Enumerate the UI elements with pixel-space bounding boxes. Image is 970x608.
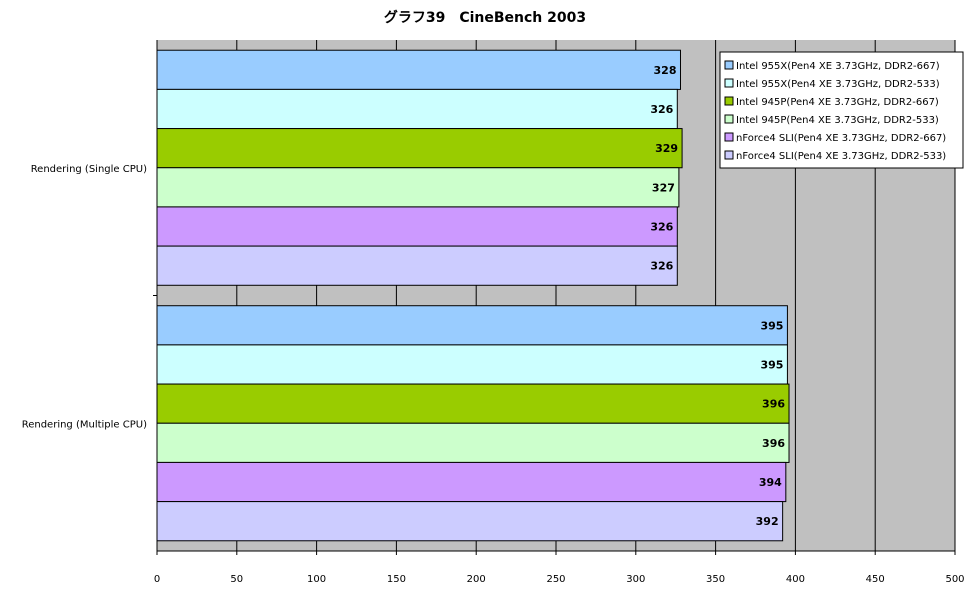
legend-swatch	[724, 150, 734, 160]
x-tick-label: 350	[706, 574, 725, 585]
legend-swatch	[724, 96, 734, 106]
bar	[156, 167, 680, 208]
bar	[156, 344, 788, 385]
x-tick-label: 250	[546, 574, 565, 585]
legend-swatch	[724, 78, 734, 88]
x-tick-label: 150	[387, 574, 406, 585]
x-tick-label: 200	[467, 574, 486, 585]
data-label: 395	[760, 319, 783, 332]
data-label: 396	[762, 398, 785, 411]
x-tick-label: 450	[866, 574, 885, 585]
legend-label: Intel 955X(Pen4 XE 3.73GHz, DDR2-667)	[736, 61, 940, 72]
data-label: 326	[650, 103, 673, 116]
x-tick-label: 300	[626, 574, 645, 585]
chart-container: グラフ39 CineBench 2003 328 326 329 327 326 326 3…	[0, 0, 970, 604]
data-label: 327	[652, 181, 675, 194]
category-label: Rendering (Single CPU)	[31, 164, 147, 175]
data-label: 326	[650, 260, 673, 273]
bar	[156, 206, 678, 247]
legend-swatch	[724, 132, 734, 142]
legend-label: Intel 945P(Pen4 XE 3.73GHz, DDR2-533)	[736, 115, 939, 126]
x-tick-label: 400	[786, 574, 805, 585]
x-tick-label: 0	[154, 574, 160, 585]
bar	[156, 461, 787, 503]
bar	[156, 245, 678, 286]
data-label: 326	[650, 221, 673, 234]
bar	[156, 88, 678, 130]
data-label: 396	[762, 437, 785, 450]
legend-swatch	[724, 114, 734, 124]
bar	[156, 383, 790, 424]
x-tick-label: 50	[230, 574, 243, 585]
data-label: 394	[759, 476, 782, 489]
x-tick-label: 500	[945, 574, 964, 585]
bar	[156, 305, 788, 346]
data-label: 395	[760, 358, 783, 371]
legend-swatch	[724, 60, 734, 70]
data-label: 328	[654, 64, 677, 77]
legend-label: Intel 955X(Pen4 XE 3.73GHz, DDR2-533)	[736, 79, 940, 90]
legend-label: nForce4 SLI(Pen4 XE 3.73GHz, DDR2-533)	[736, 151, 946, 162]
legend: Intel 955X(Pen4 XE 3.73GHz, DDR2-667) Int…	[719, 51, 964, 169]
category-label: Rendering (Multiple CPU)	[22, 419, 147, 430]
bar	[156, 49, 681, 90]
bar	[156, 422, 790, 463]
data-label: 392	[756, 515, 779, 528]
data-label: 329	[655, 142, 678, 155]
legend-label: nForce4 SLI(Pen4 XE 3.73GHz, DDR2-667)	[736, 133, 946, 144]
bar-chart: グラフ39 CineBench 2003 328 326 329 327 326 326 3…	[22, 9, 965, 585]
legend-label: Intel 945P(Pen4 XE 3.73GHz, DDR2-667)	[736, 97, 939, 108]
chart-title: グラフ39 CineBench 2003	[384, 9, 586, 26]
bar	[156, 501, 784, 542]
x-tick-label: 100	[307, 574, 326, 585]
bar	[156, 128, 683, 169]
